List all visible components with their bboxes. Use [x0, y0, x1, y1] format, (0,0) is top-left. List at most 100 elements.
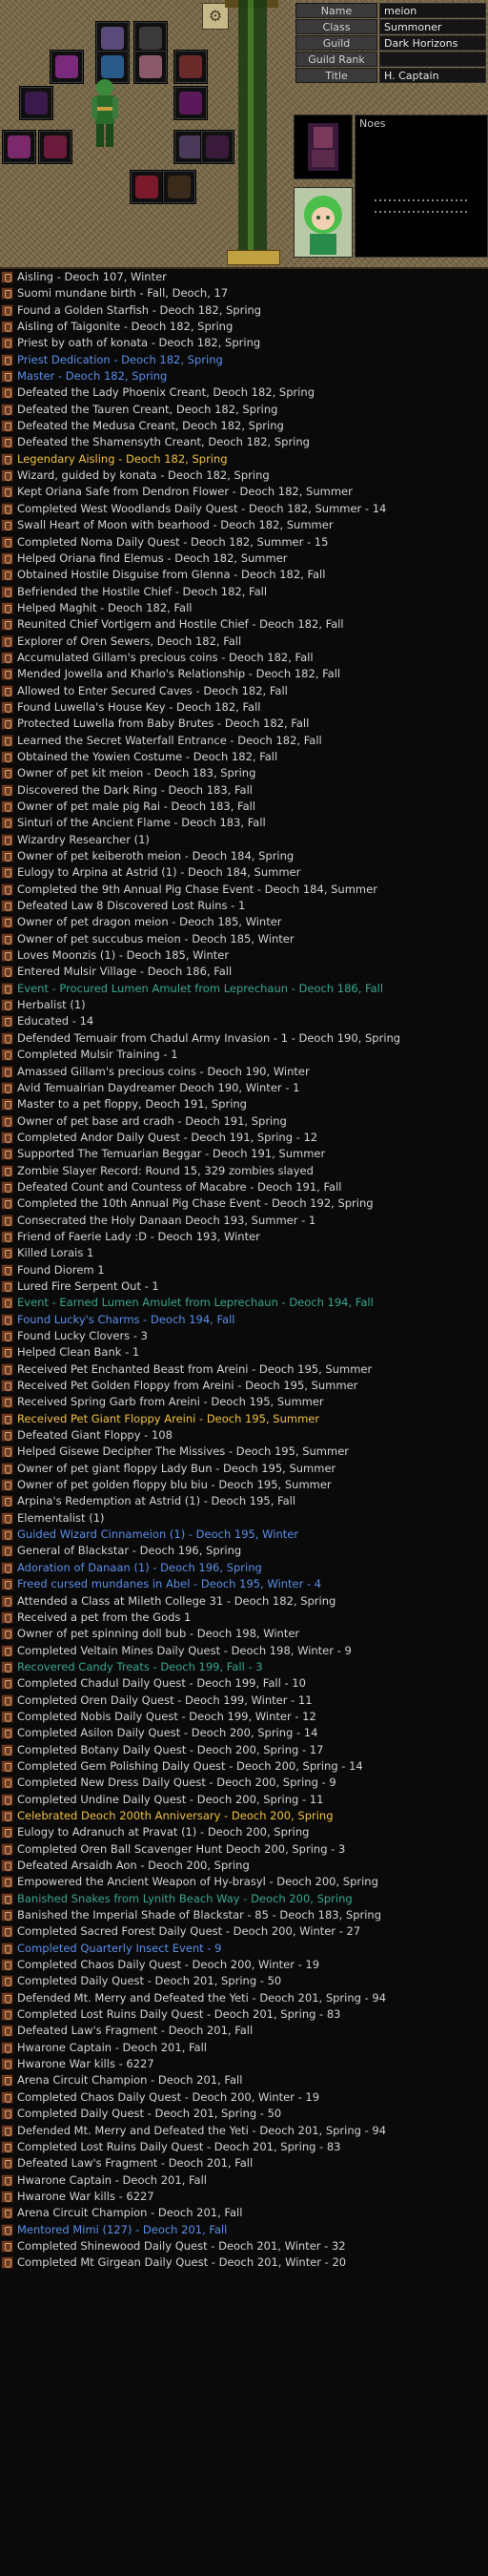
legend-mark: Defeated Count and Countess of Macabre -…: [0, 1179, 488, 1195]
legend-mark-text: Completed Sacred Forest Daily Quest - De…: [17, 1924, 361, 1939]
legend-mark-text: Defeated Giant Floppy - 108: [17, 1428, 173, 1443]
legend-mark-icon: [1, 551, 13, 565]
legend-mark: Helped Gisewe Decipher The Missives - De…: [0, 1444, 488, 1460]
legend-mark-text: Found Diorem 1: [17, 1262, 105, 1277]
legend-mark-icon: [1, 303, 13, 317]
legend-mark-text: Defeated Law 8 Discovered Lost Ruins - 1: [17, 899, 246, 913]
portrait-icon: [308, 123, 338, 171]
legend-mark-text: Completed Gem Polishing Daily Quest - De…: [17, 1758, 363, 1773]
legend-mark: Adoration of Danaan (1) - Deoch 196, Spr…: [0, 1560, 488, 1576]
equip-slot-necklace[interactable]: [173, 86, 208, 120]
legend-mark-text: Owner of pet succubus meion - Deoch 185,…: [17, 931, 295, 945]
legend-mark-icon: [1, 469, 13, 483]
legend-mark: Master - Deoch 182, Spring: [0, 368, 488, 384]
legend-mark-text: Eulogy to Arpina at Astrid (1) - Deoch 1…: [17, 865, 301, 880]
legend-mark-text: Defeated Arsaidh Aon - Deoch 200, Spring: [17, 1859, 250, 1872]
legend-mark: Protected Luwella from Baby Brutes - Deo…: [0, 716, 488, 732]
legend-mark: Celebrated Deoch 200th Anniversary - Deo…: [0, 1808, 488, 1824]
legend-mark-icon: [1, 2108, 13, 2121]
legend-mark-text: Received Pet Enchanted Beast from Areini…: [17, 1361, 373, 1376]
legend-mark: Discovered the Dark Ring - Deoch 183, Fa…: [0, 782, 488, 799]
equip-slot-overcoat[interactable]: [130, 170, 164, 204]
legend-mark-text: Defeated the Lady Phoenix Creant, Deoch …: [17, 385, 315, 400]
necklace-icon: [179, 92, 202, 114]
legend-mark-icon: [1, 1842, 13, 1856]
legend-mark-icon: [1, 1545, 13, 1558]
legend-mark-icon: [1, 1462, 13, 1475]
equip-slot-earring[interactable]: [19, 86, 53, 120]
profile-value-guild: Dark Horizons: [379, 35, 486, 51]
legend-mark: Aisling of Taigonite - Deoch 182, Spring: [0, 319, 488, 335]
legend-mark-icon: [1, 1330, 13, 1342]
profile-value-guild-rank: [379, 52, 486, 67]
equip-slot-accessory[interactable]: [200, 130, 234, 164]
legend-mark-text: Event - Procured Lumen Amulet from Lepre…: [17, 981, 384, 995]
legend-mark-text: Received Pet Golden Floppy from Areini -…: [17, 1379, 358, 1393]
legend-mark-text: Defended Mt. Merry and Defeated the Yeti…: [17, 1990, 387, 2005]
equip-slot-boots[interactable]: [38, 130, 72, 164]
legend-mark: Obtained the Yowien Costume - Deoch 182,…: [0, 749, 488, 765]
legend-mark: Completed New Dress Daily Quest - Deoch …: [0, 1775, 488, 1791]
legend-mark: Helped Clean Bank - 1: [0, 1344, 488, 1361]
legend-mark: Owner of pet golden floppy blu biu - Deo…: [0, 1477, 488, 1493]
legend-mark: Completed Gem Polishing Daily Quest - De…: [0, 1758, 488, 1775]
legend-mark-text: Master to a pet floppy, Deoch 191, Sprin…: [17, 1097, 247, 1111]
legend-mark: Completed Mulsir Training - 1: [0, 1047, 488, 1063]
legend-mark-icon: [1, 1925, 13, 1939]
helmet-icon: [139, 27, 162, 50]
legend-mark-icon: [1, 2207, 13, 2220]
legend-mark-text: General of Blackstar - Deoch 196, Spring: [17, 1544, 242, 1558]
legend-mark-text: Helped Oriana find Elemus - Deoch 182, S…: [17, 551, 288, 565]
legend-mark-icon: [1, 1959, 13, 1972]
legend-mark-icon: [1, 1710, 13, 1723]
legend-mark-icon: [1, 1909, 13, 1922]
legend-mark: Completed Andor Daily Quest - Deoch 191,…: [0, 1130, 488, 1146]
legend-mark: Defeated Law 8 Discovered Lost Ruins - 1: [0, 898, 488, 914]
legend-mark: Completed Asilon Daily Quest - Deoch 200…: [0, 1725, 488, 1741]
legend-mark: Attended a Class at Mileth College 31 - …: [0, 1593, 488, 1610]
legend-mark-text: Aisling - Deoch 107, Winter: [17, 270, 167, 283]
equip-slot-ring-left[interactable]: [133, 50, 168, 84]
legend-mark: Avid Temuairian Daydreamer Deoch 190, Wi…: [0, 1080, 488, 1096]
notes-divider: [375, 199, 470, 201]
legend-mark-text: Completed Quarterly Insect Event - 9: [17, 1941, 222, 1955]
equip-slot-shield[interactable]: [2, 130, 36, 164]
vine-decoration: [238, 0, 267, 265]
legend-mark-icon: [1, 1197, 13, 1211]
legend-mark: Received Pet Enchanted Beast from Areini…: [0, 1361, 488, 1378]
legend-mark-icon: [1, 1793, 13, 1806]
legend-mark-icon: [1, 1098, 13, 1111]
legend-mark: Empowered the Ancient Weapon of Hy-brasy…: [0, 1874, 488, 1890]
legend-mark-icon: [1, 1759, 13, 1773]
legend-mark: Freed cursed mundanes in Abel - Deoch 19…: [0, 1576, 488, 1592]
notes-panel[interactable]: Noes: [355, 114, 488, 258]
legend-mark: Eulogy to Arpina at Astrid (1) - Deoch 1…: [0, 864, 488, 881]
legend-mark: Completed Lost Ruins Daily Quest - Deoch…: [0, 2006, 488, 2023]
legend-mark-text: Helped Gisewe Decipher The Missives - De…: [17, 1444, 350, 1459]
legend-mark-text: Sinturi of the Ancient Flame - Deoch 183…: [17, 816, 266, 830]
legend-mark-icon: [1, 337, 13, 350]
legend-mark: Accumulated Gillam's precious coins - De…: [0, 650, 488, 666]
legend-mark-text: Defeated the Shamensyth Creant, Deoch 18…: [17, 435, 310, 449]
legend-mark-icon: [1, 1610, 13, 1624]
legend-mark: Received a pet from the Gods 1: [0, 1610, 488, 1626]
legend-mark: Lured Fire Serpent Out - 1: [0, 1278, 488, 1295]
legend-mark-text: Elementalist (1): [17, 1510, 105, 1525]
legend-mark-text: Owner of pet base ard cradh - Deoch 191,…: [17, 1113, 287, 1128]
legend-mark: Owner of pet giant floppy Lady Bun - Deo…: [0, 1461, 488, 1477]
legend-mark-text: Completed Lost Ruins Daily Quest - Deoch…: [17, 2007, 341, 2022]
legend-mark-text: Eulogy to Adranuch at Pravat (1) - Deoch…: [17, 1825, 310, 1839]
equip-slot-trinket[interactable]: [162, 170, 196, 204]
legend-mark-icon: [1, 1677, 13, 1691]
legend-mark-icon: [1, 900, 13, 913]
legend-mark-text: Received a pet from the Gods 1: [17, 1610, 192, 1624]
legend-mark-text: Defeated the Tauren Creant, Deoch 182, S…: [17, 402, 278, 416]
legend-mark-text: Learned the Secret Waterfall Entrance - …: [17, 733, 322, 747]
equip-slot-armor[interactable]: [50, 50, 84, 84]
legend-mark: Defeated Arsaidh Aon - Deoch 200, Spring: [0, 1858, 488, 1874]
legend-mark-text: Completed Chaos Daily Quest - Deoch 200,…: [17, 2089, 320, 2104]
profile-label: Title: [295, 68, 377, 83]
equip-slot-ring-right[interactable]: [173, 50, 208, 84]
legend-mark-icon: [1, 1859, 13, 1872]
legend-mark: Supported The Temuarian Beggar - Deoch 1…: [0, 1146, 488, 1162]
